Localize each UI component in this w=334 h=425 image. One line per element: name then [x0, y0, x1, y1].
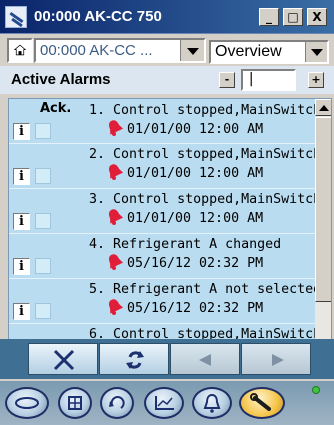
alarm-time: 05/16/12 02:32 PM	[127, 256, 264, 271]
app-icon	[5, 6, 27, 28]
alarm-line: 5. Refrigerant A not selected	[89, 282, 321, 297]
info-button[interactable]: i	[13, 258, 30, 275]
ack-checkbox[interactable]	[35, 213, 51, 229]
ack-checkbox[interactable]	[35, 258, 51, 274]
alarm-bell-icon	[108, 299, 124, 315]
info-button[interactable]: i	[13, 168, 30, 185]
list-item: i 2. Control stopped,MainSwitch 01/01/00…	[9, 144, 321, 189]
alarm-message: Refrigerant A changed	[113, 237, 282, 252]
ack-checkbox[interactable]	[35, 168, 51, 184]
refresh-button[interactable]	[99, 343, 169, 375]
alarm-line: 4. Refrigerant A changed	[89, 237, 281, 252]
home-icon	[14, 44, 26, 56]
previous-button[interactable]	[170, 343, 240, 375]
chevron-down-icon[interactable]	[180, 40, 204, 61]
alarm-bell-icon	[108, 120, 124, 136]
nav-device[interactable]	[5, 387, 49, 419]
ack-checkbox[interactable]	[35, 303, 51, 319]
page-next-button[interactable]: +	[308, 72, 324, 88]
alarm-time: 05/16/12 02:32 PM	[127, 301, 264, 316]
list-item: i 5. Refrigerant A not selected 05/16/12…	[9, 279, 321, 324]
page-input[interactable]: |	[241, 69, 296, 91]
scroll-thumb[interactable]	[315, 117, 331, 302]
alarm-bell-icon	[108, 164, 124, 180]
alarm-message: Control stopped,MainSwitch	[113, 192, 322, 207]
alarm-line: 3. Control stopped,MainSwitch	[89, 192, 321, 207]
alarm-bell-icon	[108, 254, 124, 270]
bell-icon	[203, 393, 221, 413]
section-header: Active Alarms - | +	[0, 66, 334, 94]
cycle-icon	[109, 396, 125, 409]
alarm-index: 3.	[89, 192, 106, 207]
section-title: Active Alarms	[11, 71, 111, 88]
close-x-icon	[53, 349, 75, 371]
list-item: i 4. Refrigerant A changed 05/16/12 02:3…	[9, 234, 315, 279]
wrench-icon	[250, 393, 271, 411]
close-button[interactable]: X	[307, 8, 327, 26]
nav-graph[interactable]	[144, 387, 184, 419]
view-select[interactable]: Overview	[209, 40, 329, 64]
home-button[interactable]	[7, 38, 33, 63]
alarm-message: Control stopped,MainSwitch	[113, 147, 322, 162]
refresh-icon	[126, 351, 144, 369]
alarm-index: 5.	[89, 282, 106, 297]
minimize-button[interactable]: _	[259, 8, 279, 26]
device-icon	[15, 397, 39, 409]
device-row: 00:000 AK-CC ... Overview	[0, 35, 334, 65]
page-prev-button[interactable]: -	[219, 72, 235, 88]
alarm-index: 1.	[89, 103, 106, 118]
device-select-value: 00:000 AK-CC ...	[40, 42, 153, 59]
scroll-up-button[interactable]	[315, 99, 331, 116]
alarm-index: 2.	[89, 147, 106, 162]
info-button[interactable]: i	[13, 303, 30, 320]
nav-alarms[interactable]	[192, 387, 232, 419]
device-select[interactable]: 00:000 AK-CC ...	[34, 38, 206, 63]
list-item: i 1. Control stopped,MainSwitch 01/01/00…	[9, 99, 321, 144]
info-button[interactable]: i	[13, 213, 30, 230]
alarm-line: 1. Control stopped,MainSwitch	[89, 103, 321, 118]
graph-icon	[155, 396, 174, 410]
alarm-index: 4.	[89, 237, 106, 252]
arrow-left-icon	[199, 354, 211, 366]
alarm-list[interactable]: Ack. i 1. Control stopped,MainSwitch 01/…	[8, 98, 332, 360]
nav-service[interactable]	[239, 387, 285, 419]
nav-bar	[0, 381, 334, 425]
list-item: i 3. Control stopped,MainSwitch 01/01/00…	[9, 189, 321, 234]
delete-button[interactable]	[28, 343, 98, 375]
maximize-button[interactable]: □	[283, 8, 303, 26]
alarm-bell-icon	[108, 209, 124, 225]
view-select-value: Overview	[215, 43, 282, 60]
title-bar: 00:000 AK-CC 750 _ □ X	[0, 0, 334, 34]
alarm-message: Control stopped,MainSwitch	[113, 103, 322, 118]
info-button[interactable]: i	[13, 123, 30, 140]
next-button[interactable]	[241, 343, 311, 375]
grid-icon	[68, 396, 82, 410]
window-title: 00:000 AK-CC 750	[34, 8, 162, 25]
nav-cycle[interactable]	[100, 387, 134, 419]
status-indicator	[312, 386, 320, 394]
alarm-time: 01/01/00 12:00 AM	[127, 166, 264, 181]
chevron-down-icon[interactable]	[305, 42, 327, 62]
alarm-line: 2. Control stopped,MainSwitch	[89, 147, 321, 162]
list-scrollbar[interactable]	[315, 99, 331, 359]
nav-grid[interactable]	[58, 387, 92, 419]
ack-checkbox[interactable]	[35, 123, 51, 139]
action-bar	[0, 339, 334, 379]
alarm-message: Refrigerant A not selected	[113, 282, 322, 297]
alarm-time: 01/01/00 12:00 AM	[127, 211, 264, 226]
arrow-right-icon	[272, 354, 284, 366]
alarm-time: 01/01/00 12:00 AM	[127, 122, 264, 137]
